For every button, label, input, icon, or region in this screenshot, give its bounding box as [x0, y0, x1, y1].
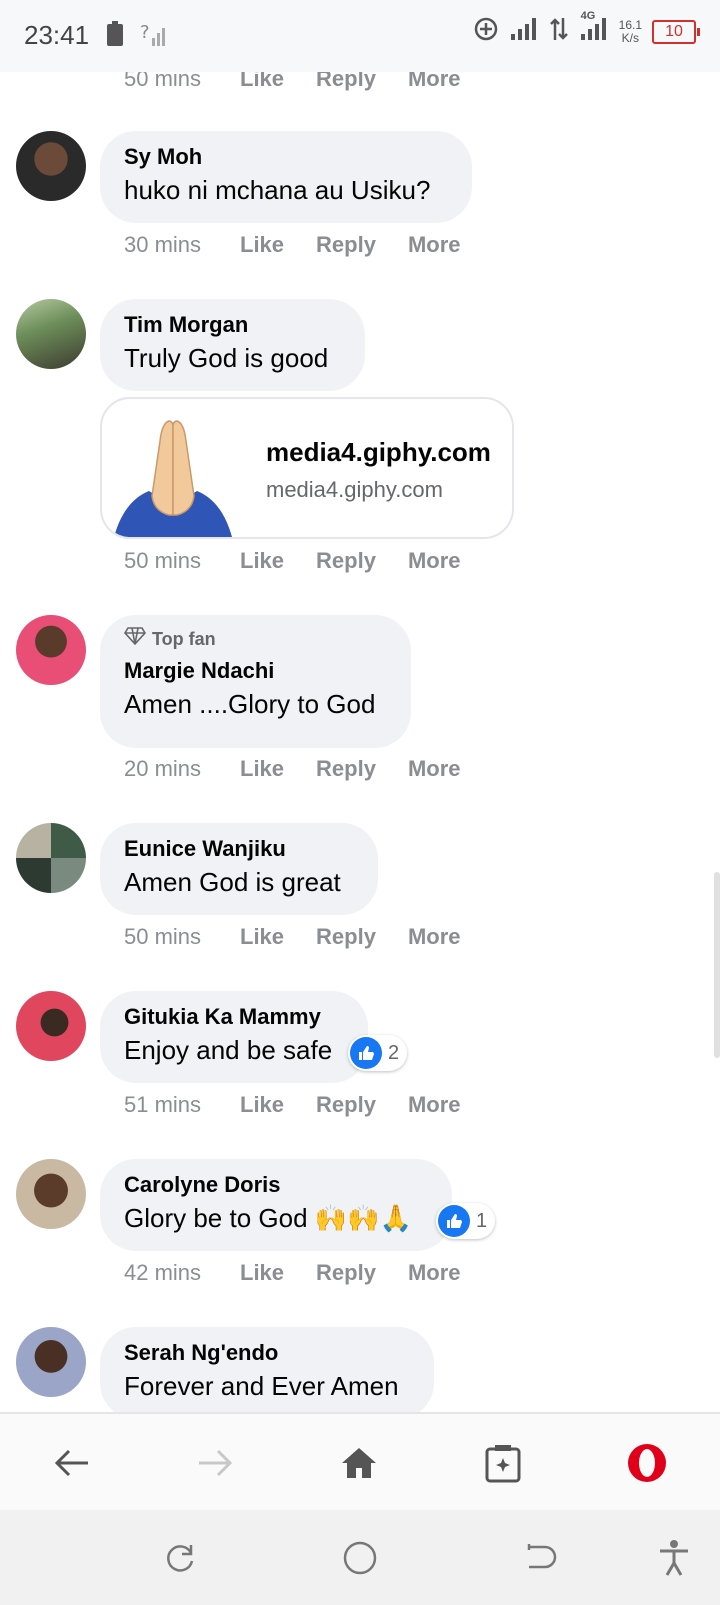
comment-time: 30 mins: [124, 232, 202, 257]
comment-text: Amen God is great: [124, 867, 341, 897]
comment-bubble: Serah Ng'endo Forever and Ever Amen: [100, 1327, 434, 1412]
comment-meta-row: 42 mins Like Reply More: [124, 1260, 493, 1286]
accessibility-icon[interactable]: [652, 1536, 696, 1580]
signal-icon: [509, 16, 539, 47]
reply-button[interactable]: Reply: [316, 756, 376, 782]
reaction-count[interactable]: 1: [436, 1203, 496, 1239]
comment-meta-row: 50 mins Like Reply More: [124, 924, 493, 950]
opera-menu-icon[interactable]: [622, 1438, 672, 1488]
scrollbar[interactable]: [714, 872, 720, 1058]
more-button[interactable]: More: [408, 1092, 461, 1118]
reply-button[interactable]: Reply: [316, 1092, 376, 1118]
comment-author[interactable]: Tim Morgan: [124, 311, 341, 339]
comment-author[interactable]: Sy Moh: [124, 143, 448, 171]
comment-meta-row: 20 mins Like Reply More: [124, 756, 493, 782]
browser-toolbar: [0, 1412, 720, 1512]
comment-author[interactable]: Margie Ndachi: [124, 657, 387, 685]
comment-bubble: Eunice Wanjiku Amen God is great: [100, 823, 378, 915]
comment-text: huko ni mchana au Usiku?: [124, 175, 431, 205]
avatar[interactable]: [16, 823, 86, 893]
reply-button[interactable]: Reply: [316, 548, 376, 574]
praying-hands-icon: [114, 411, 232, 537]
svg-text:?: ?: [140, 22, 150, 43]
signal-4g-icon: 4G: [579, 10, 609, 47]
more-button[interactable]: More: [408, 924, 461, 950]
reply-button[interactable]: Reply: [316, 924, 376, 950]
battery-indicator: 10: [652, 19, 700, 44]
comment-time: 51 mins: [124, 1092, 202, 1117]
avatar[interactable]: [16, 1159, 86, 1229]
data-saver-icon: [473, 16, 499, 47]
comment-text: Glory be to God 🙌🙌🙏: [124, 1203, 412, 1233]
comment-bubble: Top fan Margie Ndachi Amen ....Glory to …: [100, 615, 411, 748]
comment-time: 42 mins: [124, 1260, 202, 1285]
comment-bubble: Gitukia Ka Mammy Enjoy and be safe: [100, 991, 368, 1083]
link-title: media4.giphy.com: [266, 437, 491, 467]
comment-meta-row: 30 mins Like Reply More: [124, 232, 493, 258]
comment-author[interactable]: Eunice Wanjiku: [124, 835, 354, 863]
like-reaction-icon: [350, 1037, 382, 1069]
comment-author[interactable]: Gitukia Ka Mammy: [124, 1003, 344, 1031]
comment-time: 50 mins: [124, 548, 202, 573]
more-button[interactable]: More: [408, 232, 461, 258]
comment-bubble: Sy Moh huko ni mchana au Usiku?: [100, 131, 472, 223]
reply-button[interactable]: Reply: [316, 1260, 376, 1286]
comment-text: Enjoy and be safe: [124, 1035, 333, 1065]
comment-meta-row: 50 mins Like Reply More: [124, 548, 493, 574]
like-button[interactable]: Like: [240, 756, 284, 782]
forward-button[interactable]: [190, 1438, 240, 1488]
like-button[interactable]: Like: [240, 924, 284, 950]
like-button[interactable]: Like: [240, 548, 284, 574]
comment-bubble: Carolyne Doris Glory be to God 🙌🙌🙏: [100, 1159, 452, 1251]
comment-bubble: Tim Morgan Truly God is good: [100, 299, 365, 391]
link-domain: media4.giphy.com: [266, 477, 443, 502]
comments-feed[interactable]: 50 mins Like Reply More Sy Moh huko ni m…: [0, 0, 720, 1412]
top-fan-badge: Top fan: [124, 627, 387, 651]
back-nav-icon[interactable]: [518, 1536, 562, 1580]
avatar[interactable]: [16, 615, 86, 685]
comment-text: Amen ....Glory to God: [124, 689, 376, 719]
rotate-icon[interactable]: [158, 1536, 202, 1580]
like-reaction-icon: [438, 1205, 470, 1237]
like-button[interactable]: Like: [240, 1260, 284, 1286]
data-transfer-icon: [549, 16, 569, 47]
speed-dial-button[interactable]: [478, 1438, 528, 1488]
reaction-count[interactable]: 2: [348, 1035, 408, 1071]
back-button[interactable]: [47, 1438, 97, 1488]
comment-text: Truly God is good: [124, 343, 329, 373]
status-bar: 23:41 ? 4G 16.1 K/s 10: [0, 0, 720, 72]
comment-meta-row: 51 mins Like Reply More: [124, 1092, 493, 1118]
diamond-icon: [124, 627, 146, 651]
system-navigation-bar: [0, 1510, 720, 1605]
avatar[interactable]: [16, 1327, 86, 1397]
comment-author[interactable]: Carolyne Doris: [124, 1171, 428, 1199]
comment-time: 50 mins: [124, 924, 202, 949]
avatar[interactable]: [16, 131, 86, 201]
network-speed: 16.1 K/s: [618, 17, 642, 45]
battery-saver-icon: [104, 20, 126, 53]
like-button[interactable]: Like: [240, 232, 284, 258]
more-button[interactable]: More: [408, 548, 461, 574]
avatar[interactable]: [16, 299, 86, 369]
more-button[interactable]: More: [408, 1260, 461, 1286]
link-preview-card[interactable]: media4.giphy.com media4.giphy.com: [100, 397, 514, 539]
avatar[interactable]: [16, 991, 86, 1061]
status-time: 23:41: [24, 20, 90, 50]
comment-author[interactable]: Serah Ng'endo: [124, 1339, 410, 1367]
home-circle-icon[interactable]: [338, 1536, 382, 1580]
more-button[interactable]: More: [408, 756, 461, 782]
comment-text: Forever and Ever Amen: [124, 1371, 399, 1401]
comment-time: 20 mins: [124, 756, 202, 781]
like-button[interactable]: Like: [240, 1092, 284, 1118]
no-signal-icon: ?: [140, 20, 166, 53]
reply-button[interactable]: Reply: [316, 232, 376, 258]
home-button[interactable]: [334, 1438, 384, 1488]
